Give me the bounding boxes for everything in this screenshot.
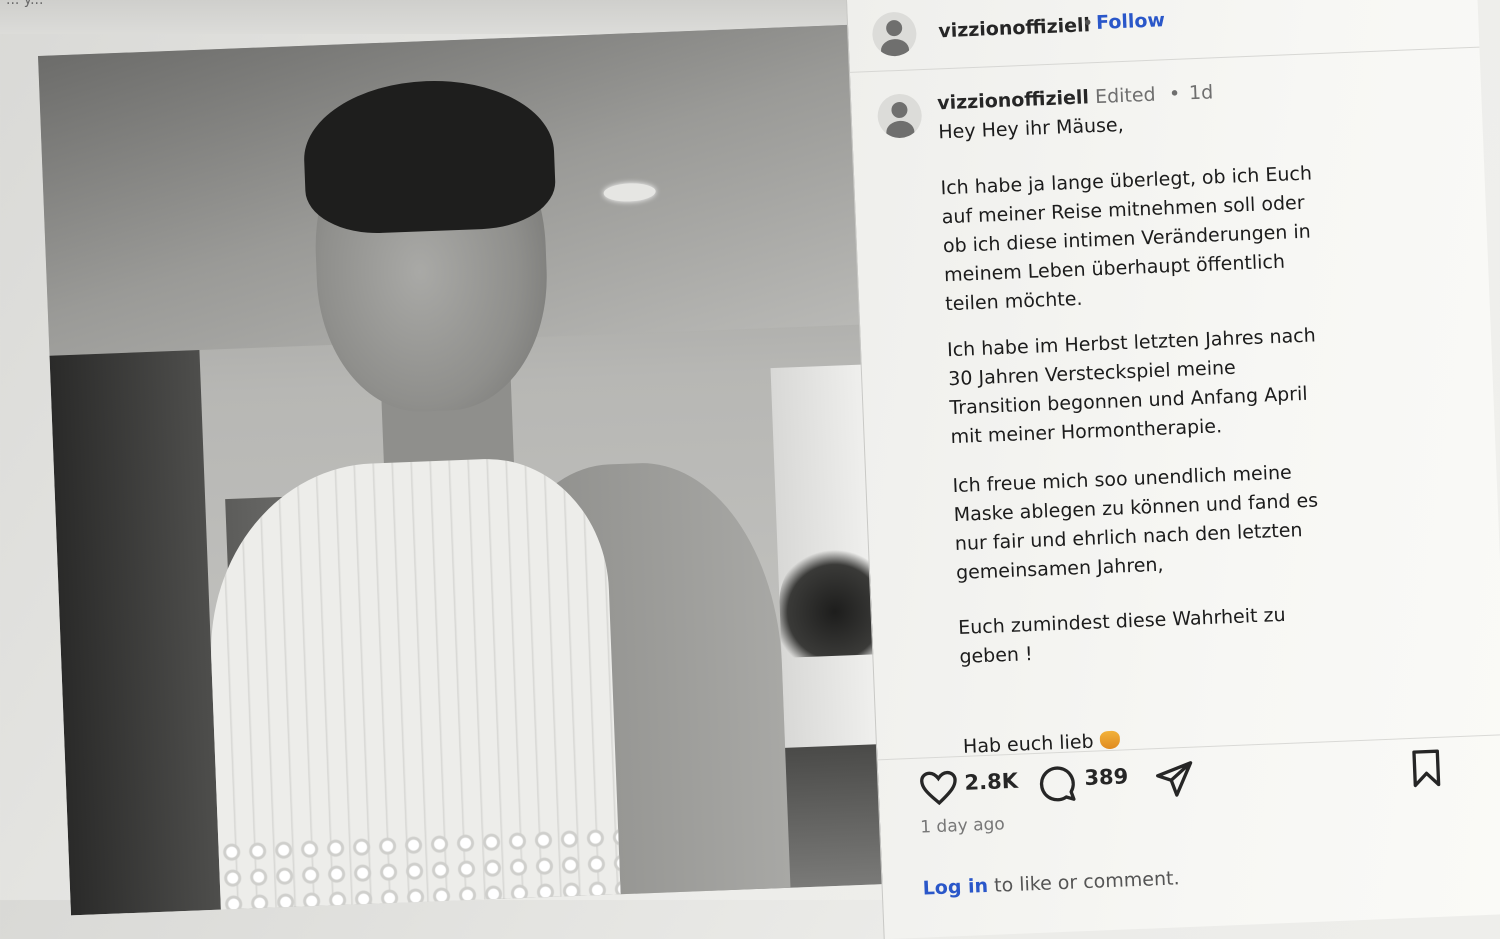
share-icon[interactable] bbox=[1154, 758, 1196, 800]
edited-label: Edited bbox=[1094, 83, 1157, 109]
caption-avatar-icon[interactable] bbox=[876, 93, 923, 139]
caption-paragraph-1: Ich habe ja lange überlegt, ob ich Euch … bbox=[940, 162, 1313, 316]
login-link[interactable]: Log in bbox=[922, 875, 988, 900]
heart-icon[interactable] bbox=[918, 767, 960, 809]
photo-cabinet bbox=[49, 350, 221, 916]
login-prompt-text: to like or comment. bbox=[987, 867, 1180, 898]
like-count: 2.8K bbox=[964, 768, 1019, 795]
top-fragment-text: ... y... bbox=[6, 0, 44, 8]
photo-lace-trim bbox=[218, 824, 621, 916]
header-separator: • bbox=[1081, 12, 1094, 35]
post-panel: vizzionoffiziell • Follow vizzionoffizie… bbox=[846, 0, 1500, 939]
bookmark-icon[interactable] bbox=[1406, 748, 1448, 790]
avatar-icon[interactable] bbox=[871, 11, 918, 57]
caption-time[interactable]: 1d bbox=[1189, 81, 1214, 104]
follow-button[interactable]: Follow bbox=[1096, 9, 1166, 34]
login-prompt: Log in to like or comment. bbox=[922, 867, 1180, 899]
post-photo[interactable] bbox=[38, 24, 901, 916]
caption-separator: • bbox=[1168, 82, 1181, 106]
caption-paragraph-3: Ich freue mich soo unendlich meine Maske… bbox=[952, 461, 1319, 585]
smiling-face-emoji-icon bbox=[1099, 730, 1120, 750]
comment-icon[interactable] bbox=[1036, 762, 1078, 804]
comment-count: 389 bbox=[1083, 764, 1129, 791]
post-header: vizzionoffiziell • Follow bbox=[846, 0, 1480, 73]
caption-paragraph-4: Euch zumindest diese Wahrheit zu geben ! bbox=[957, 603, 1286, 668]
post-age: 1 day ago bbox=[919, 814, 1006, 838]
caption-paragraph-2: Ich habe im Herbst letzten Jahres nach 3… bbox=[946, 324, 1317, 449]
caption-username[interactable]: vizzionoffiziell bbox=[937, 86, 1090, 114]
header-username[interactable]: vizzionoffiziell bbox=[938, 14, 1091, 42]
